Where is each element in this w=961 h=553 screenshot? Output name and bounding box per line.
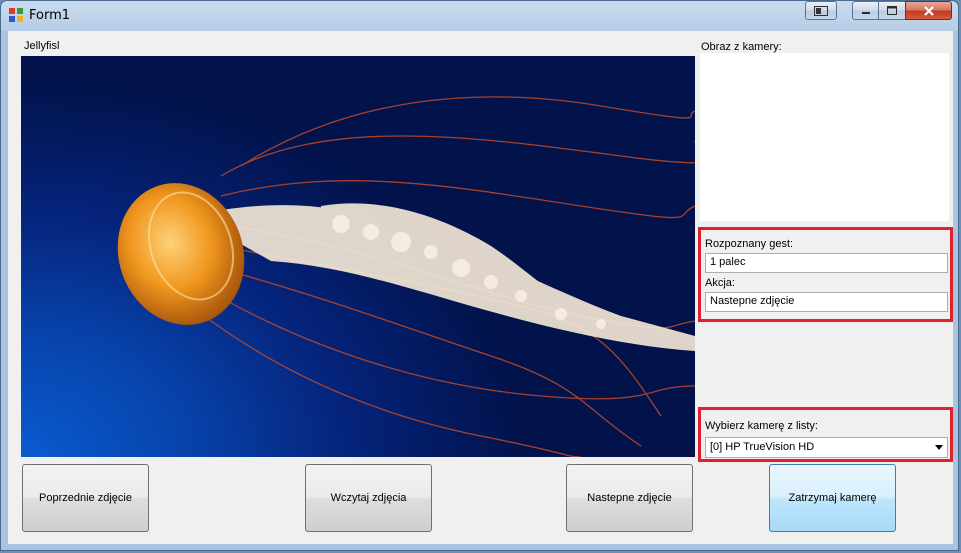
action-label: Akcja:	[705, 277, 735, 289]
window-title: Form1	[29, 8, 71, 23]
camera-select-highlight-box: Wybierz kamerę z listy: [0] HP TrueVisio…	[698, 407, 953, 462]
minimize-button[interactable]	[852, 1, 879, 20]
load-images-button[interactable]: Wczytaj zdjęcia	[305, 464, 432, 532]
gesture-highlight-box: Rozpoznany gest: 1 palec Akcja: Nastepne…	[698, 227, 953, 322]
maximize-icon	[887, 6, 897, 15]
title-bar[interactable]: Form1	[1, 1, 958, 31]
recognized-gesture-label: Rozpoznany gest:	[705, 238, 794, 250]
camera-preview	[700, 53, 949, 221]
window-extra-icon	[814, 5, 828, 16]
camera-select-label: Wybierz kamerę z listy:	[705, 420, 818, 432]
close-button[interactable]	[905, 1, 952, 20]
form-client-area: Jellyfisl Obraz z kamery: Rozpoznany ges…	[8, 31, 953, 544]
recognized-gesture-field[interactable]: 1 palec	[705, 253, 948, 273]
minimize-icon	[861, 11, 870, 14]
window-extra-button[interactable]	[805, 1, 837, 20]
stop-camera-button[interactable]: Zatrzymaj kamerę	[769, 464, 896, 532]
main-window: Form1 Jellyfisl Obraz z kamery: Rozpozna…	[0, 0, 959, 551]
camera-select-dropdown[interactable]: [0] HP TrueVision HD	[705, 437, 948, 458]
chevron-down-icon[interactable]	[935, 445, 943, 450]
close-icon	[923, 5, 934, 16]
maximize-button[interactable]	[878, 1, 906, 20]
action-field[interactable]: Nastepne zdjęcie	[705, 292, 948, 312]
camera-image-label: Obraz z kamery:	[701, 41, 782, 53]
app-form-icon	[9, 8, 23, 22]
previous-image-button[interactable]: Poprzednie zdjęcie	[22, 464, 149, 532]
camera-select-value: [0] HP TrueVision HD	[710, 441, 815, 453]
jellyfish-image	[117, 96, 695, 457]
image-name-label: Jellyfisl	[24, 40, 60, 52]
image-viewer	[21, 56, 695, 457]
next-image-button[interactable]: Nastepne zdjęcie	[566, 464, 693, 532]
